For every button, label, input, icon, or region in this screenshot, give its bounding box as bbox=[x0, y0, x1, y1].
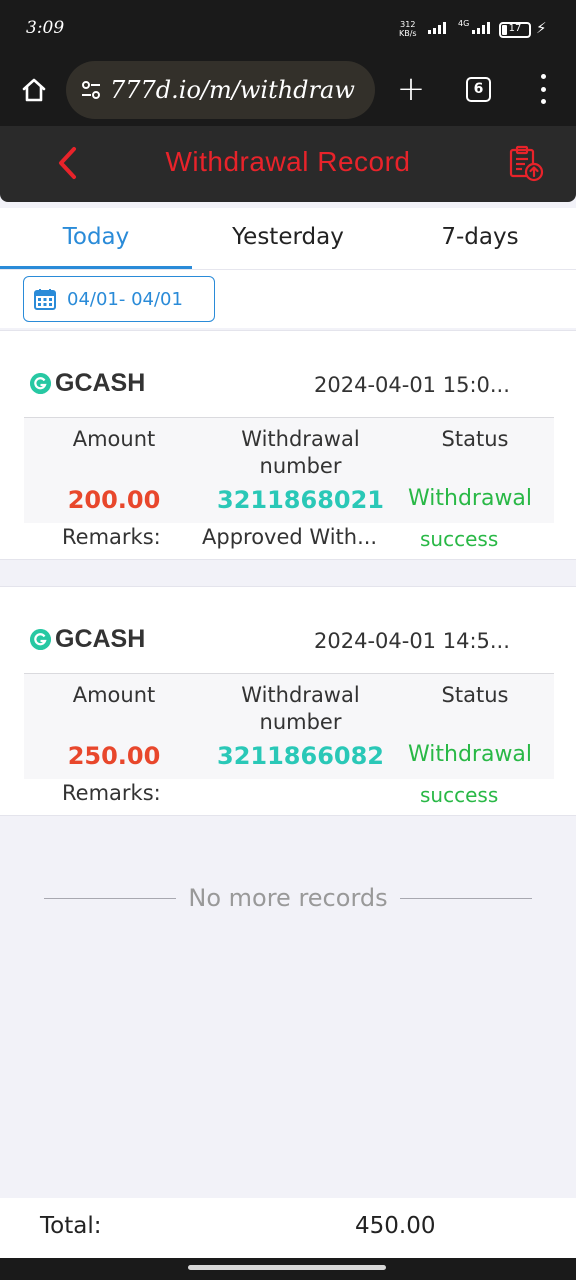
divider bbox=[44, 897, 177, 899]
tab-switcher-button[interactable]: 6 bbox=[466, 77, 491, 102]
record-card: GCASH 2024-04-01 14:5... Amount Withdraw… bbox=[0, 586, 576, 816]
total-value: 450.00 bbox=[355, 1213, 436, 1239]
record-time: 2024-04-01 14:5... bbox=[314, 629, 510, 653]
battery-level: 17 bbox=[508, 23, 522, 34]
home-button[interactable] bbox=[14, 70, 54, 110]
network-speed: 312 KB/s bbox=[399, 20, 417, 38]
record-amount: 200.00 bbox=[67, 486, 161, 514]
system-nav-bar bbox=[0, 1258, 576, 1280]
battery-icon: 17 bbox=[499, 22, 531, 38]
calendar-icon bbox=[34, 289, 56, 310]
clipboard-upload-icon bbox=[509, 145, 544, 182]
remarks-label: Remarks: bbox=[62, 525, 161, 549]
date-range-row: 04/01- 04/01 bbox=[0, 270, 576, 328]
total-bar: Total: 450.00 bbox=[0, 1198, 576, 1258]
gesture-handle[interactable] bbox=[188, 1265, 386, 1270]
clipboard-upload-button[interactable] bbox=[506, 144, 546, 184]
total-label: Total: bbox=[40, 1213, 102, 1239]
status-header: Status bbox=[441, 427, 509, 451]
record-card: GCASH 2024-04-01 15:0... Amount Withdraw… bbox=[0, 330, 576, 560]
remarks-row: Remarks: Approved With... success bbox=[0, 523, 576, 559]
gcash-logo-icon bbox=[30, 629, 51, 650]
remarks-row: Remarks: success bbox=[0, 779, 576, 815]
network-speed-value: 312 bbox=[400, 20, 416, 29]
payment-method: GCASH bbox=[55, 369, 146, 397]
url-text[interactable]: 777d.io/m/withdraw bbox=[110, 76, 355, 104]
app-header: Withdrawal Record bbox=[0, 126, 576, 202]
record-withdrawal-number: 3211868021 bbox=[217, 486, 384, 514]
tab-7-days[interactable]: 7-days bbox=[384, 208, 576, 269]
more-vert-icon bbox=[540, 74, 546, 79]
remarks-label: Remarks: bbox=[62, 781, 161, 805]
divider bbox=[399, 897, 533, 899]
date-range-text[interactable]: 04/01- 04/01 bbox=[67, 289, 183, 310]
status-header: Status bbox=[441, 683, 509, 707]
wifi-signal-icon bbox=[428, 20, 446, 34]
browser-toolbar: 777d.io/m/withdraw + 6 bbox=[0, 56, 576, 126]
home-icon bbox=[22, 78, 46, 102]
record-time: 2024-04-01 15:0... bbox=[314, 373, 510, 397]
amount-header: Amount bbox=[72, 683, 156, 707]
address-bar[interactable]: 777d.io/m/withdraw bbox=[66, 61, 375, 119]
no-more-text: No more records bbox=[188, 884, 388, 912]
page-title: Withdrawal Record bbox=[165, 146, 411, 177]
record-withdrawal-number: 3211866082 bbox=[217, 742, 384, 770]
withdrawal-number-header: Withdrawal number bbox=[241, 427, 360, 478]
record-header: GCASH 2024-04-01 15:0... bbox=[0, 331, 576, 417]
record-details: Amount Withdrawal number Status 250.00 3… bbox=[24, 673, 554, 779]
network-type: 4G bbox=[458, 19, 470, 28]
withdrawal-number-header: Withdrawal number bbox=[241, 683, 360, 734]
no-more-records: No more records bbox=[44, 880, 533, 916]
payment-method: GCASH bbox=[55, 625, 146, 653]
record-status: Withdrawal bbox=[408, 486, 533, 511]
new-tab-button[interactable]: + bbox=[393, 72, 429, 108]
network-speed-unit: KB/s bbox=[399, 29, 417, 38]
record-status-detail: success bbox=[420, 783, 499, 807]
amount-header: Amount bbox=[72, 427, 156, 451]
cell-signal-icon bbox=[472, 20, 490, 34]
date-range-button[interactable]: 04/01- 04/01 bbox=[23, 276, 215, 322]
record-status-detail: success bbox=[420, 527, 499, 551]
charging-icon: ⚡ bbox=[536, 19, 547, 37]
browser-menu-button[interactable] bbox=[536, 74, 550, 104]
system-status-bar: 3:09 312 KB/s 4G 17 ⚡ bbox=[0, 0, 576, 56]
record-details: Amount Withdrawal number Status 200.00 3… bbox=[24, 417, 554, 523]
remarks-text: Approved With... bbox=[202, 525, 378, 549]
record-status: Withdrawal bbox=[408, 742, 533, 767]
tab-today[interactable]: Today bbox=[0, 208, 192, 269]
record-header: GCASH 2024-04-01 14:5... bbox=[0, 587, 576, 673]
gcash-logo-icon bbox=[30, 373, 51, 394]
tune-icon[interactable] bbox=[80, 79, 102, 101]
date-tabs: Today Yesterday 7-days bbox=[0, 208, 576, 270]
status-time: 3:09 bbox=[26, 18, 65, 38]
record-amount: 250.00 bbox=[67, 742, 161, 770]
tab-yesterday[interactable]: Yesterday bbox=[192, 208, 384, 269]
